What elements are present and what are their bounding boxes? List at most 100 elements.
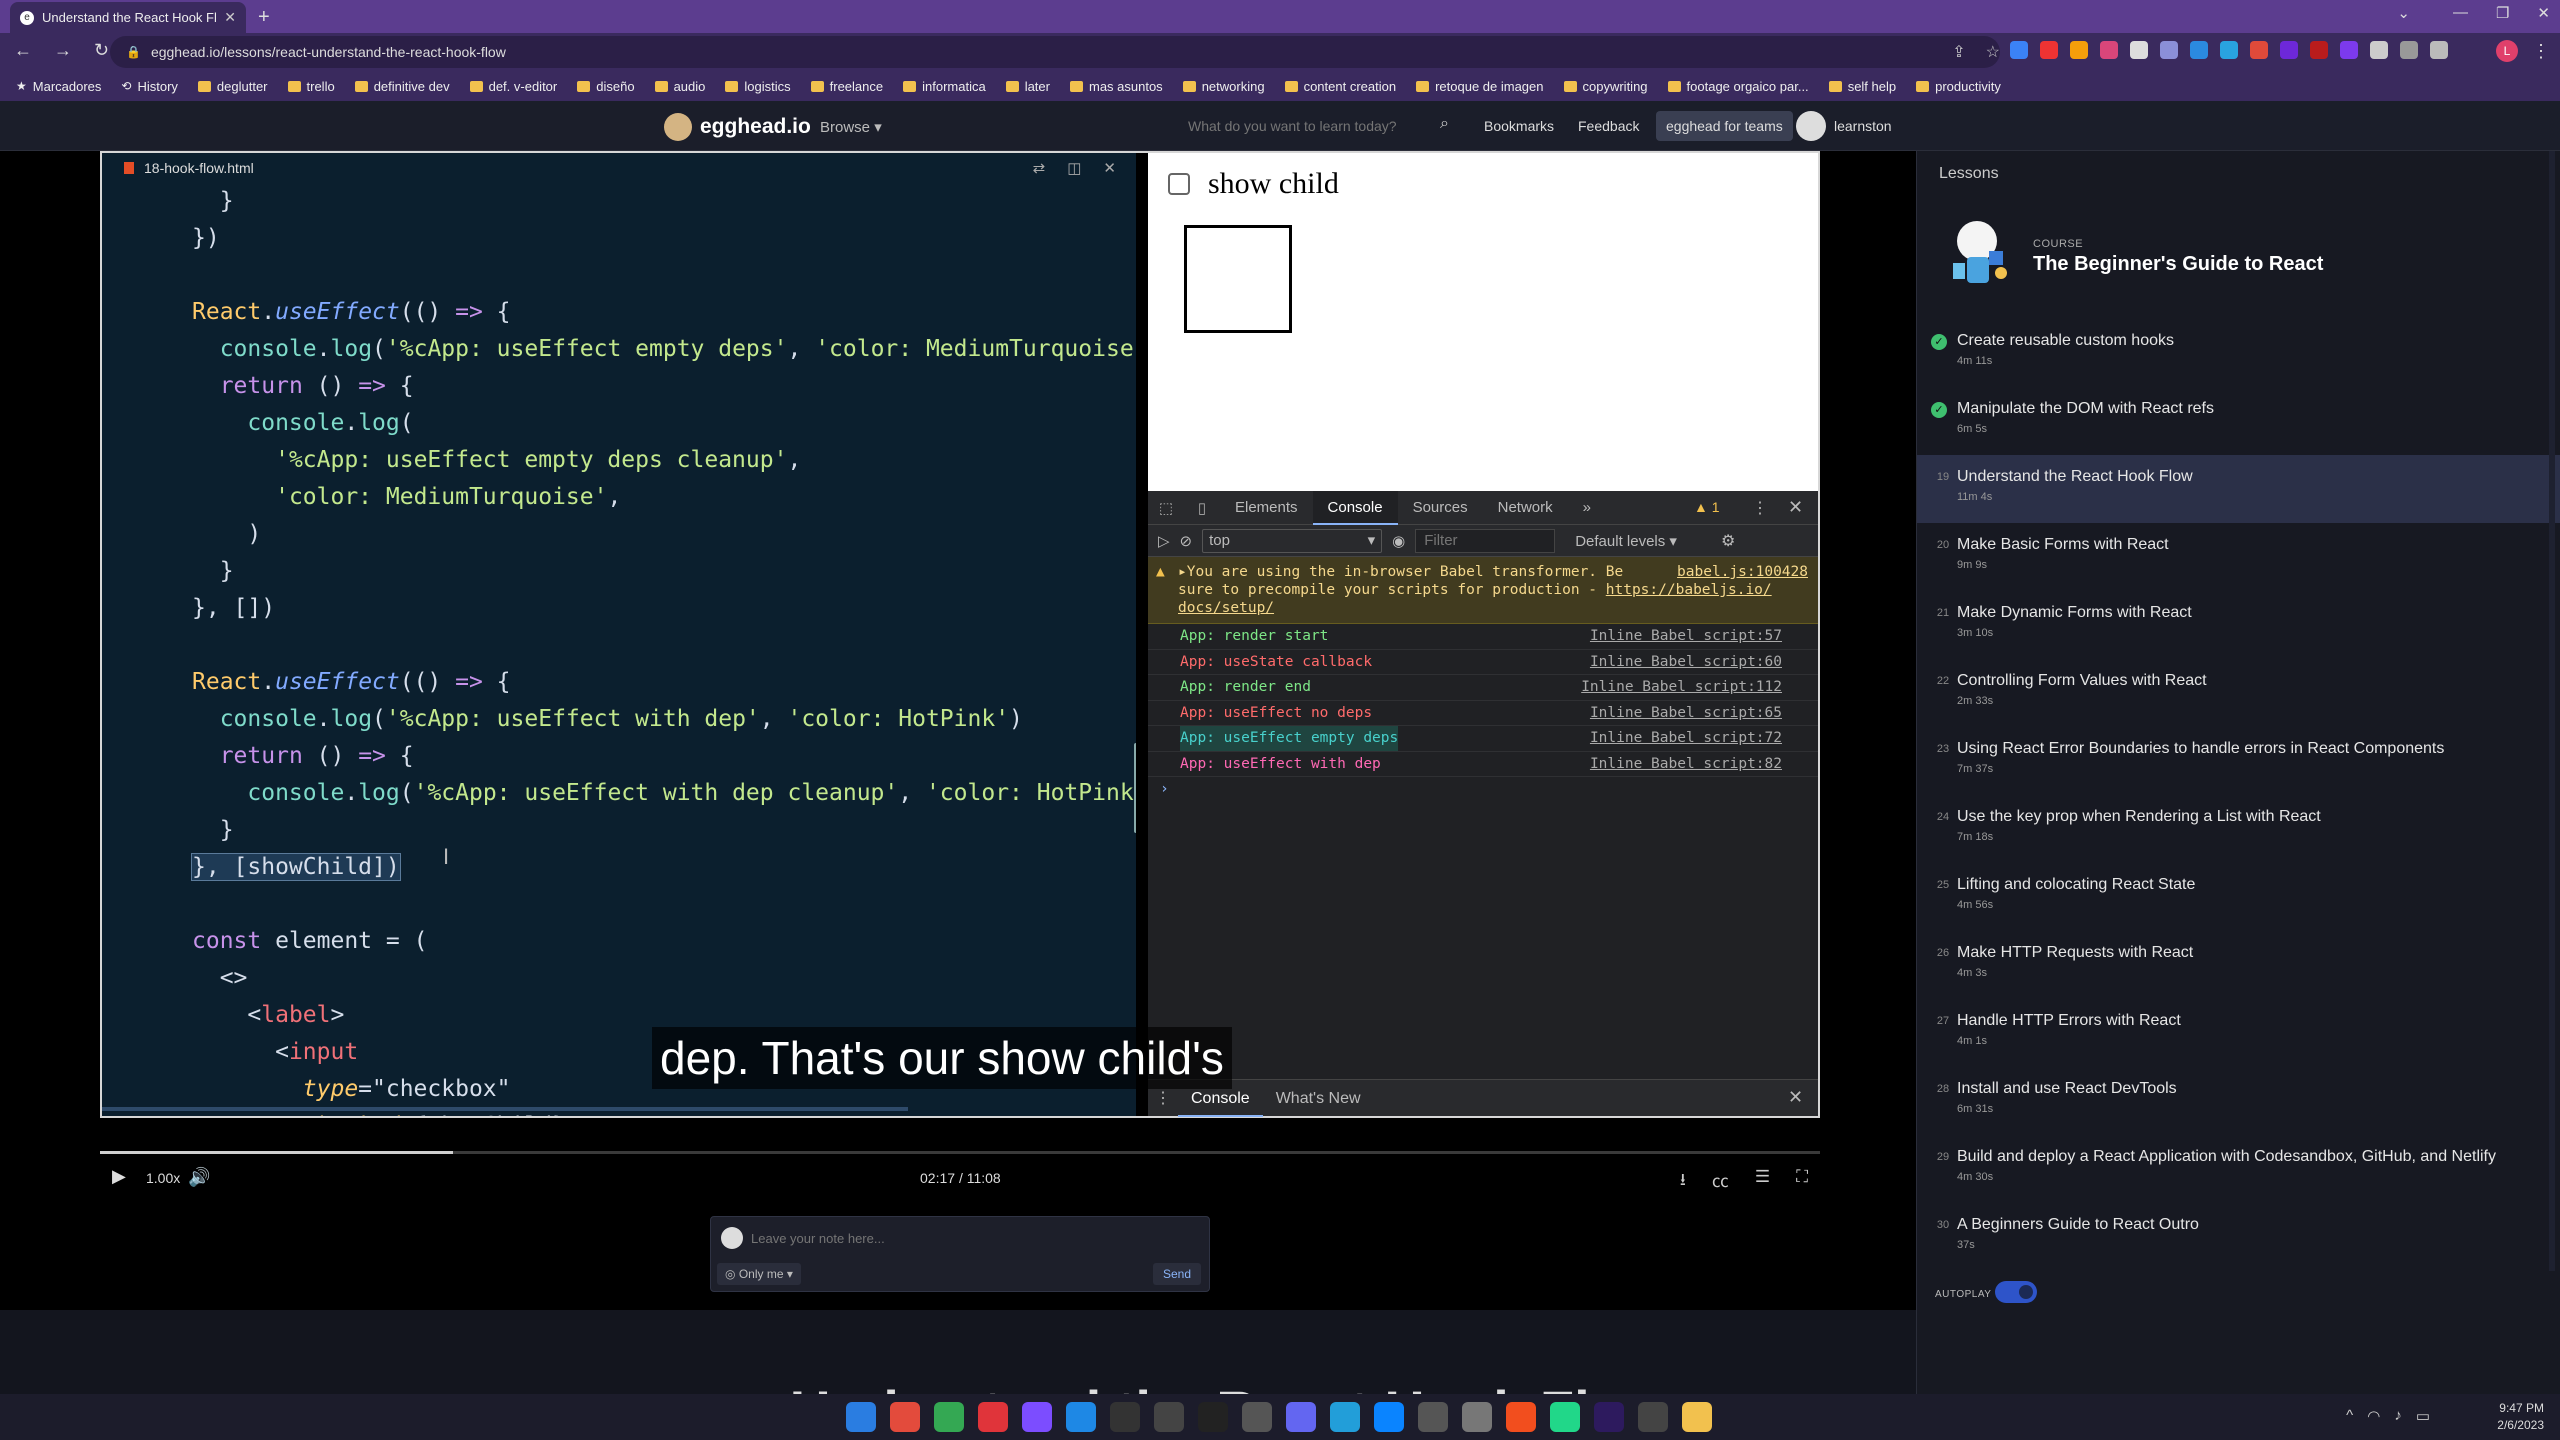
sidebar-scrollbar[interactable] [2549, 151, 2555, 1271]
bookmark-item[interactable]: definitive dev [354, 79, 450, 94]
app-icon[interactable] [1462, 1402, 1492, 1432]
bookmark-item[interactable]: retoque de imagen [1416, 79, 1544, 94]
capcut-icon[interactable] [1198, 1402, 1228, 1432]
bookmark-item[interactable]: audio [654, 79, 705, 94]
lesson-item[interactable]: 30 A Beginners Guide to React Outro 37s [1917, 1203, 2560, 1271]
note-input[interactable] [751, 1225, 1191, 1251]
reload-icon[interactable]: ↻ [94, 40, 109, 61]
lesson-item[interactable]: 20 Make Basic Forms with React 9m 9s [1917, 523, 2560, 591]
volume-icon[interactable]: 🔊 [188, 1167, 210, 1188]
course-title[interactable]: The Beginner's Guide to React [2033, 253, 2323, 276]
share-icon[interactable]: ⇪ [1952, 42, 1965, 62]
extension-icon[interactable] [2100, 41, 2118, 59]
forward-icon[interactable]: → [54, 40, 72, 61]
extensions-puzzle-icon[interactable] [2370, 41, 2388, 59]
extension-icon[interactable] [2280, 41, 2298, 59]
extension-icon[interactable] [2190, 41, 2208, 59]
play-icon[interactable]: ▶ [112, 1166, 126, 1187]
bookmark-item[interactable]: self help [1828, 79, 1896, 94]
bookmark-item[interactable]: footage orgaico par... [1667, 79, 1809, 94]
note-privacy-select[interactable]: ◎ Only me ▾ [717, 1263, 801, 1285]
minimize-icon[interactable]: — [2453, 4, 2468, 22]
lesson-item[interactable]: 19 Understand the React Hook Flow 11m 4s [1917, 455, 2560, 523]
fullscreen-icon[interactable]: ⛶ [1796, 1167, 1808, 1196]
bookmark-item[interactable]: trello [287, 79, 335, 94]
bookmark-item[interactable]: later [1005, 79, 1050, 94]
lesson-item[interactable]: 29 Build and deploy a React Application w… [1917, 1135, 2560, 1203]
lesson-item[interactable]: 21 Make Dynamic Forms with React 3m 10s [1917, 591, 2560, 659]
vscode-icon[interactable] [1066, 1402, 1096, 1432]
bookmark-item[interactable]: mas asuntos [1069, 79, 1163, 94]
windows-start-icon[interactable] [846, 1402, 876, 1432]
lesson-item[interactable]: 24 Use the key prop when Rendering a List… [1917, 795, 2560, 863]
extension-icon[interactable] [2250, 41, 2268, 59]
pycharm-icon[interactable] [1550, 1402, 1580, 1432]
file-explorer-icon[interactable] [1682, 1402, 1712, 1432]
username[interactable]: learnston [1834, 118, 1892, 134]
back-icon[interactable]: ← [14, 40, 32, 61]
browse-menu[interactable]: Browse ▾ [820, 118, 882, 136]
profile-avatar[interactable]: L [2496, 40, 2518, 62]
new-tab-icon[interactable]: + [258, 6, 270, 29]
bookmark-item[interactable]: logistics [725, 79, 791, 94]
bookmark-item[interactable]: content creation [1284, 79, 1396, 94]
obsidian-icon[interactable] [1022, 1402, 1052, 1432]
premiere-icon[interactable] [1594, 1402, 1624, 1432]
lesson-item[interactable]: ✓ Manipulate the DOM with React refs 6m 5s [1917, 387, 2560, 455]
tray-chevron-icon[interactable]: ^ [2346, 1407, 2353, 1425]
note-send-button[interactable]: Send [1152, 1263, 1201, 1285]
reading-list-icon[interactable] [2400, 41, 2418, 59]
extension-icon[interactable] [2040, 41, 2058, 59]
autoplay-toggle[interactable] [1995, 1281, 2037, 1303]
chrome-icon[interactable] [890, 1402, 920, 1432]
extension-icon[interactable] [2220, 41, 2238, 59]
user-avatar[interactable] [1796, 111, 1826, 141]
lesson-item[interactable]: 27 Handle HTTP Errors with React 4m 1s [1917, 999, 2560, 1067]
app-icon[interactable] [1374, 1402, 1404, 1432]
extension-icon[interactable] [2160, 41, 2178, 59]
figma-icon[interactable] [1506, 1402, 1536, 1432]
tab-search-chevron-icon[interactable]: ⌄ [2397, 4, 2410, 22]
app-icon[interactable] [1418, 1402, 1448, 1432]
telegram-icon[interactable] [1330, 1402, 1360, 1432]
bookmark-item[interactable]: deglutter [197, 79, 268, 94]
extension-icon[interactable] [2070, 41, 2088, 59]
bookmarks-link[interactable]: Bookmarks [1484, 118, 1554, 134]
close-window-icon[interactable]: ✕ [2537, 4, 2550, 22]
app-icon[interactable] [1154, 1402, 1184, 1432]
captions-icon[interactable]: ㏄ [1712, 1167, 1729, 1196]
lesson-item[interactable]: ✓ Create reusable custom hooks 4m 11s [1917, 319, 2560, 387]
browser-tab-active[interactable]: e Understand the React Hook Flo ✕ [10, 2, 246, 33]
extension-icon[interactable] [2010, 41, 2028, 59]
extension-icon[interactable] [2130, 41, 2148, 59]
chrome-profile-icon[interactable] [934, 1402, 964, 1432]
bookmark-item[interactable]: copywriting [1563, 79, 1648, 94]
app-icon[interactable] [1286, 1402, 1316, 1432]
taskbar-clock[interactable]: 9:47 PM 2/6/2023 [2497, 1400, 2544, 1434]
site-search-input[interactable] [1188, 111, 1468, 141]
egghead-for-teams-button[interactable]: egghead for teams [1656, 111, 1793, 141]
restore-icon[interactable]: ❐ [2496, 4, 2509, 22]
bookmark-star-icon[interactable]: ☆ [1986, 42, 2000, 62]
bookmark-item[interactable]: def. v-editor [469, 79, 557, 94]
side-panel-icon[interactable] [2430, 41, 2448, 59]
bookmark-item[interactable]: networking [1182, 79, 1265, 94]
download-icon[interactable]: ⭳ [1680, 1167, 1686, 1196]
app-icon[interactable] [1638, 1402, 1668, 1432]
extension-icon[interactable] [2340, 41, 2358, 59]
wifi-icon[interactable]: ◠ [2367, 1407, 2380, 1425]
bookmark-item[interactable]: ★ Marcadores [16, 79, 101, 94]
lesson-item[interactable]: 23 Using React Error Boundaries to handle… [1917, 727, 2560, 795]
volume-tray-icon[interactable]: ♪ [2394, 1407, 2402, 1425]
bookmark-item[interactable]: productivity [1916, 79, 2001, 94]
browser-menu-icon[interactable]: ⋮ [2532, 41, 2550, 62]
lesson-item[interactable]: 26 Make HTTP Requests with React 4m 3s [1917, 931, 2560, 999]
egghead-logo[interactable]: egghead.io [664, 113, 811, 141]
bookmark-item[interactable]: freelance [810, 79, 883, 94]
close-tab-icon[interactable]: ✕ [224, 9, 236, 26]
bookmark-item[interactable]: diseño [577, 79, 635, 94]
vivaldi-icon[interactable] [978, 1402, 1008, 1432]
extension-icon[interactable] [2310, 41, 2328, 59]
bookmark-item[interactable]: informatica [903, 79, 986, 94]
lesson-item[interactable]: 28 Install and use React DevTools 6m 31s [1917, 1067, 2560, 1135]
